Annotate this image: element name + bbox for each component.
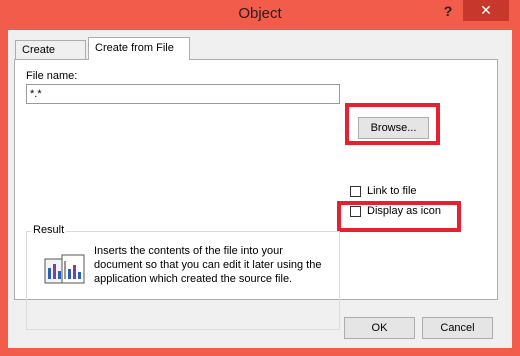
close-icon: ✕ [480,2,492,18]
dialog-body: Create New Create from File File name: B… [8,30,512,348]
browse-highlight-box [345,103,440,145]
link-to-file-checkbox[interactable] [350,186,361,197]
embedded-document-icon [44,254,85,284]
result-description: Inserts the contents of the file into yo… [94,245,322,285]
close-button[interactable]: ✕ [463,0,509,21]
title-bar: Object ? ✕ [0,0,520,28]
cancel-button[interactable]: Cancel [422,317,493,339]
dialog-window: Object ? ✕ Create New Create from File F… [0,0,520,356]
file-name-input[interactable] [26,84,340,104]
help-button[interactable]: ? [437,0,459,22]
tab-create-from-file[interactable]: Create from File [88,37,190,60]
file-name-label: File name: [26,70,78,82]
tab-panel: File name: Browse... Link to file Displa… [14,59,498,330]
ok-button[interactable]: OK [344,317,415,339]
tab-create-new[interactable]: Create New [15,40,86,75]
display-as-icon-highlight-box [337,201,461,232]
link-to-file-label: Link to file [367,185,417,197]
result-title: Result [31,224,67,236]
